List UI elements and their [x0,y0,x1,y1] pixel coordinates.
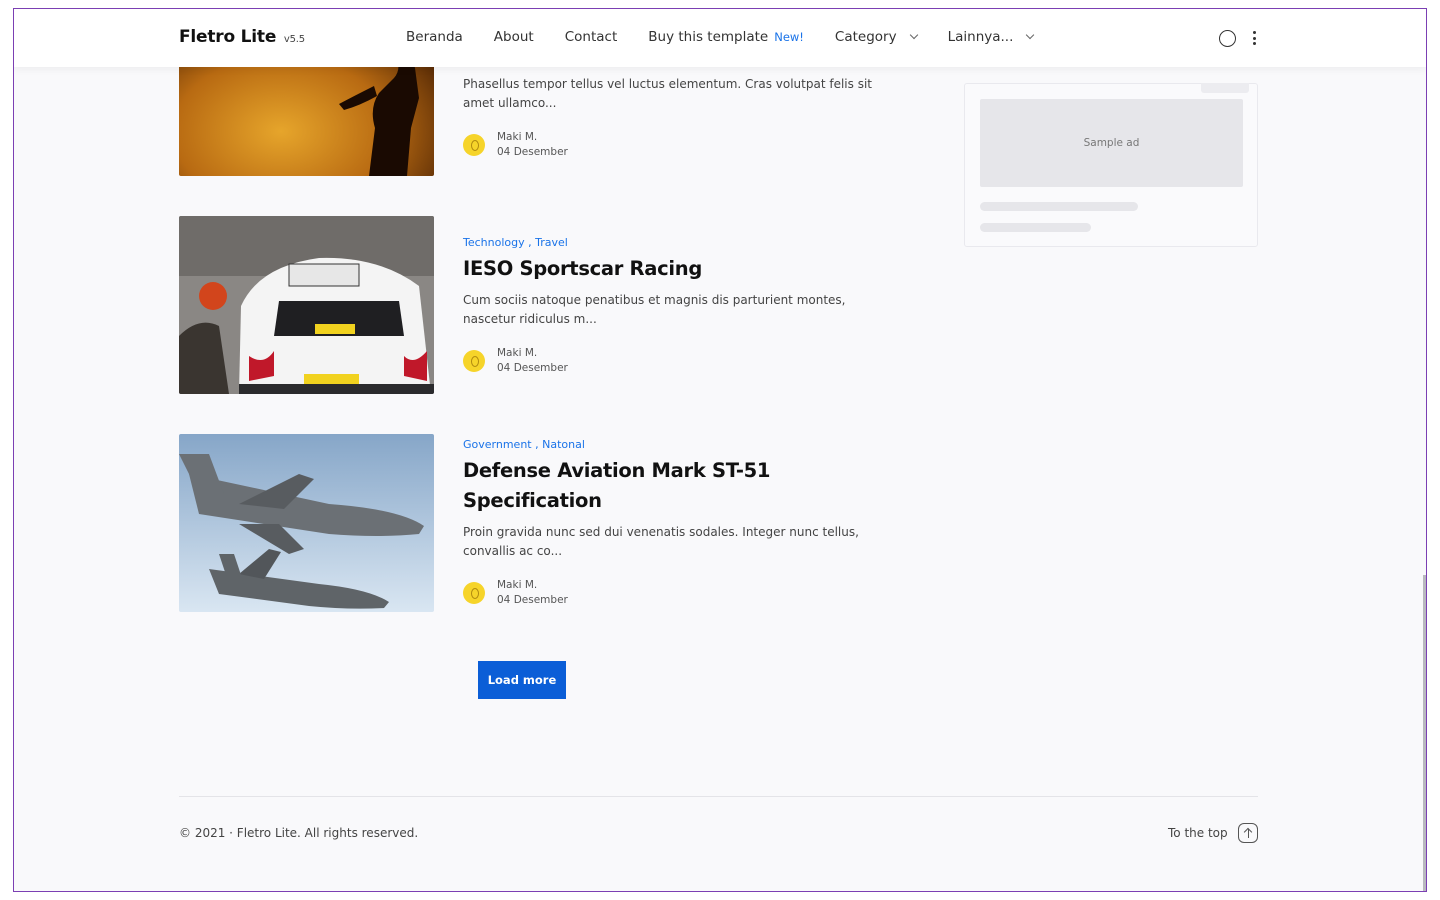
more-vertical-icon[interactable] [1250,30,1258,46]
author-avatar [463,582,485,604]
post-meta: Phasellus tempor tellus vel luctus eleme… [463,75,873,160]
brand-name: Fletro Lite [179,27,277,47]
chevron-down-icon [1026,30,1035,40]
post-title[interactable]: IESO Sportscar Racing [463,254,873,284]
post-categories: Government , Natonal [463,438,585,451]
nav-label: Category [834,29,897,45]
ad-label: Sample ad [1083,137,1140,149]
footer-divider [179,796,1258,797]
to-top-label: To the top [1168,826,1228,840]
site-header: Fletro Lite v5.5 Beranda About Contact B… [14,9,1426,67]
nav-item-about[interactable]: About [494,29,534,45]
ad-placeholder[interactable]: Sample ad [980,99,1243,187]
post-excerpt: Phasellus tempor tellus vel luctus eleme… [463,77,872,110]
browser-viewport: Fletro Lite v5.5 Beranda About Contact B… [13,8,1427,892]
footer-copyright: © 2021 · Fletro Lite. All rights reserve… [179,826,419,840]
brand-version: v5.5 [283,34,305,45]
nav-item-category[interactable]: Category [834,29,918,45]
post-date: 04 Desember [497,146,568,158]
load-more-button[interactable]: Load more [478,661,566,699]
main-nav: Beranda About Contact Buy this template … [406,29,1064,45]
arrow-up-icon [1237,823,1258,843]
post-thumbnail-race-car[interactable] [179,216,434,394]
post-categories: Technology , Travel [463,236,568,249]
nav-label: Beranda [406,29,463,45]
category-link[interactable]: Technology [463,236,525,249]
nav-label: About [493,29,534,45]
post-author: Maki M. 04 Desember [463,346,873,376]
nav-item-contact[interactable]: Contact [565,29,618,45]
author-name: Maki M. [497,579,538,591]
post-thumbnail-fighter-jets[interactable] [179,434,434,612]
new-badge: New! [774,30,804,44]
nav-item-beranda[interactable]: Beranda [406,29,463,45]
nav-label: Lainnya... [947,29,1014,45]
ad-text-placeholder [980,223,1091,232]
sidebar-ad-widget: Sample ad [964,83,1258,247]
nav-label: Contact [564,29,618,45]
author-avatar [463,134,485,156]
post-author: Maki M. 04 Desember [463,130,873,160]
category-link[interactable]: Government [463,438,532,451]
ad-tab [1201,83,1249,93]
post-author: Maki M. 04 Desember [463,578,873,608]
post-excerpt: Cum sociis natoque penatibus et magnis d… [463,293,846,326]
post-excerpt: Proin gravida nunc sed dui venenatis sod… [463,525,859,558]
nav-item-lainnya[interactable]: Lainnya... [947,29,1035,45]
nav-label: Buy this template [648,29,769,45]
category-link[interactable]: Natonal [542,438,585,451]
post-date: 04 Desember [497,362,568,374]
author-name: Maki M. [497,131,538,143]
ad-text-placeholder [980,202,1138,211]
nav-item-buy-template[interactable]: Buy this template New! [648,29,804,45]
post-title[interactable]: Defense Aviation Mark ST-51 Specificatio… [463,456,873,516]
author-name: Maki M. [497,347,538,359]
post-meta: Government , Natonal Defense Aviation Ma… [463,438,873,608]
post-meta: Technology , Travel IESO Sportscar Racin… [463,236,873,376]
scrollbar-thumb[interactable] [1423,575,1426,891]
to-top-link[interactable]: To the top [1168,823,1258,843]
search-icon[interactable] [1219,30,1236,47]
chevron-down-icon [909,30,918,40]
site-logo[interactable]: Fletro Lite v5.5 [179,27,305,47]
author-avatar [463,350,485,372]
category-link[interactable]: Travel [535,236,568,249]
post-date: 04 Desember [497,594,568,606]
